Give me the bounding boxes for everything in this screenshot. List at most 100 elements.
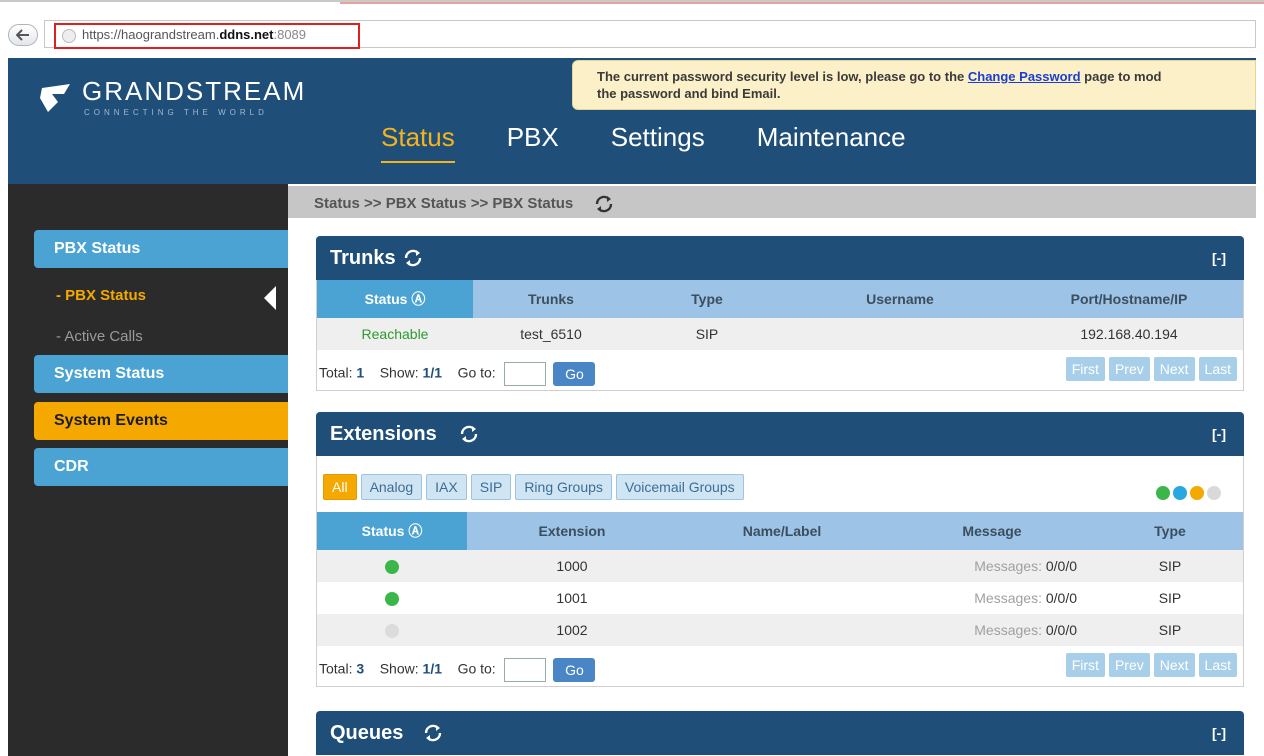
extensions-refresh-icon[interactable] [458, 423, 480, 445]
trunks-title: Trunks [330, 247, 396, 269]
ext-status [317, 582, 467, 614]
trunks-panel: Trunks [-] Status Ⓐ Trunks Type Username… [316, 236, 1244, 391]
trunks-col-username[interactable]: Username [785, 280, 1015, 318]
breadcrumb-bar: Status >> PBX Status >> PBX Status [288, 186, 1256, 218]
trunks-collapse-button[interactable]: [-] [1212, 236, 1226, 280]
trunk-username [785, 318, 1015, 350]
trunk-name: test_6510 [473, 318, 629, 350]
ext-status [317, 550, 467, 582]
go-button[interactable]: Go [553, 658, 596, 682]
ext-col-status[interactable]: Status Ⓐ [317, 512, 467, 550]
legend-dot-blue [1173, 486, 1187, 500]
filter-row: All Analog IAX SIP Ring Groups Voicemail… [323, 474, 744, 500]
active-item-pointer [264, 286, 276, 310]
table-row[interactable]: 1001 Messages: 0/0/0 SIP [317, 582, 1243, 614]
prev-page-button[interactable]: Prev [1108, 653, 1150, 677]
first-page-button[interactable]: First [1065, 653, 1105, 677]
status-dot-icon [385, 560, 399, 575]
last-page-button[interactable]: Last [1198, 357, 1237, 381]
refresh-icon[interactable] [593, 194, 615, 214]
goto-page-input[interactable] [503, 362, 546, 386]
back-button[interactable] [8, 24, 38, 46]
logo-tagline: CONNECTING THE WORLD [84, 108, 268, 117]
notice-text-line2: the password and bind Email. [597, 86, 781, 101]
url-prefix: https://haograndstream. [82, 27, 220, 42]
url-port: :8089 [273, 27, 307, 42]
sidebar-group-cdr[interactable]: CDR [34, 448, 290, 486]
table-row[interactable]: 1002 Messages: 0/0/0 SIP [317, 614, 1243, 646]
filter-all[interactable]: All [323, 474, 357, 500]
trunks-col-trunks[interactable]: Trunks [473, 280, 629, 318]
msg-value: 0/0/0 [1045, 622, 1077, 638]
table-row[interactable]: Reachable test_6510 SIP 192.168.40.194 [317, 318, 1243, 350]
filter-voicemail-groups[interactable]: Voicemail Groups [615, 474, 744, 500]
nav-status[interactable]: Status [381, 122, 455, 163]
notice-text-end: page to mod [1080, 69, 1162, 84]
extensions-body: All Analog IAX SIP Ring Groups Voicemail… [316, 456, 1244, 687]
filter-ring-groups[interactable]: Ring Groups [515, 474, 612, 500]
total-label: Total: [319, 660, 353, 677]
trunk-type: SIP [629, 318, 785, 350]
sidebar-item-active-calls[interactable]: - Active Calls [56, 328, 143, 345]
ext-col-extension[interactable]: Extension [467, 512, 677, 550]
ext-type: SIP [1097, 614, 1243, 646]
extensions-collapse-button[interactable]: [-] [1212, 412, 1226, 456]
goto-page-input[interactable] [503, 658, 546, 682]
trunks-refresh-icon[interactable] [402, 247, 424, 269]
breadcrumb-text: Status >> PBX Status >> PBX Status [314, 194, 574, 212]
col-label: Status [364, 291, 408, 307]
trunks-table: Status Ⓐ Trunks Type Username Port/Hostn… [317, 280, 1243, 350]
next-page-button[interactable]: Next [1153, 357, 1195, 381]
browser-bar: https://haograndstream.ddns.net:8089 [0, 0, 1264, 54]
filter-analog[interactable]: Analog [360, 474, 423, 500]
extensions-title: Extensions [330, 423, 437, 445]
status-legend[interactable] [1156, 486, 1221, 500]
logo-name: GRANDSTREAM [82, 76, 307, 106]
extensions-page-buttons: First Prev Next Last [1065, 653, 1237, 677]
status-dot-icon [385, 624, 399, 639]
go-button[interactable]: Go [553, 362, 596, 386]
show-label: Show: [379, 660, 419, 677]
msg-value: 0/0/0 [1045, 590, 1077, 606]
ext-name [677, 550, 887, 582]
change-password-link[interactable]: Change Password [968, 69, 1081, 84]
queues-collapse-button[interactable]: [-] [1212, 711, 1226, 755]
queues-title: Queues [330, 722, 404, 744]
back-arrow-icon [16, 29, 29, 41]
filter-sip[interactable]: SIP [470, 474, 512, 500]
legend-dot-gray [1207, 486, 1221, 500]
site-info-icon[interactable] [62, 29, 76, 43]
next-page-button[interactable]: Next [1153, 653, 1195, 677]
filter-iax[interactable]: IAX [426, 474, 467, 500]
ext-col-type[interactable]: Type [1097, 512, 1243, 550]
ext-col-name[interactable]: Name/Label [677, 512, 887, 550]
nav-settings[interactable]: Settings [611, 122, 705, 163]
url-text[interactable]: https://haograndstream.ddns.net:8089 [82, 27, 306, 42]
sidebar-group-system-events[interactable]: System Events [34, 402, 290, 440]
ext-status [317, 614, 467, 646]
nav-maintenance[interactable]: Maintenance [757, 122, 906, 163]
extensions-panel: Extensions [-] All Analog IAX SIP Ring G… [316, 412, 1244, 687]
prev-page-button[interactable]: Prev [1108, 357, 1150, 381]
nav-pbx[interactable]: PBX [507, 122, 559, 163]
trunks-col-host[interactable]: Port/Hostname/IP [1015, 280, 1243, 318]
trunks-col-type[interactable]: Type [629, 280, 785, 318]
goto-label: Go to: [457, 660, 496, 677]
show-value: 1/1 [422, 364, 442, 381]
trunks-col-status[interactable]: Status Ⓐ [317, 280, 473, 318]
ext-col-message[interactable]: Message [887, 512, 1097, 550]
notice-text-start: The current password security level is l… [597, 69, 968, 84]
ext-number: 1002 [467, 614, 677, 646]
table-row[interactable]: 1000 Messages: 0/0/0 SIP [317, 550, 1243, 582]
first-page-button[interactable]: First [1065, 357, 1105, 381]
sidebar-group-system-status[interactable]: System Status [34, 355, 290, 393]
last-page-button[interactable]: Last [1198, 653, 1237, 677]
extensions-pager: Total: 3 Show: 1/1 Go to: Go First Prev … [317, 646, 1243, 686]
sidebar-group-pbx-status[interactable]: PBX Status [34, 230, 290, 268]
total-label: Total: [319, 364, 353, 381]
total-value: 1 [356, 364, 365, 381]
ext-message: Messages: 0/0/0 [887, 550, 1097, 582]
queues-refresh-icon[interactable] [422, 722, 444, 744]
sidebar-item-pbx-status[interactable]: - PBX Status [56, 287, 146, 304]
trunks-page-buttons: First Prev Next Last [1065, 357, 1237, 381]
